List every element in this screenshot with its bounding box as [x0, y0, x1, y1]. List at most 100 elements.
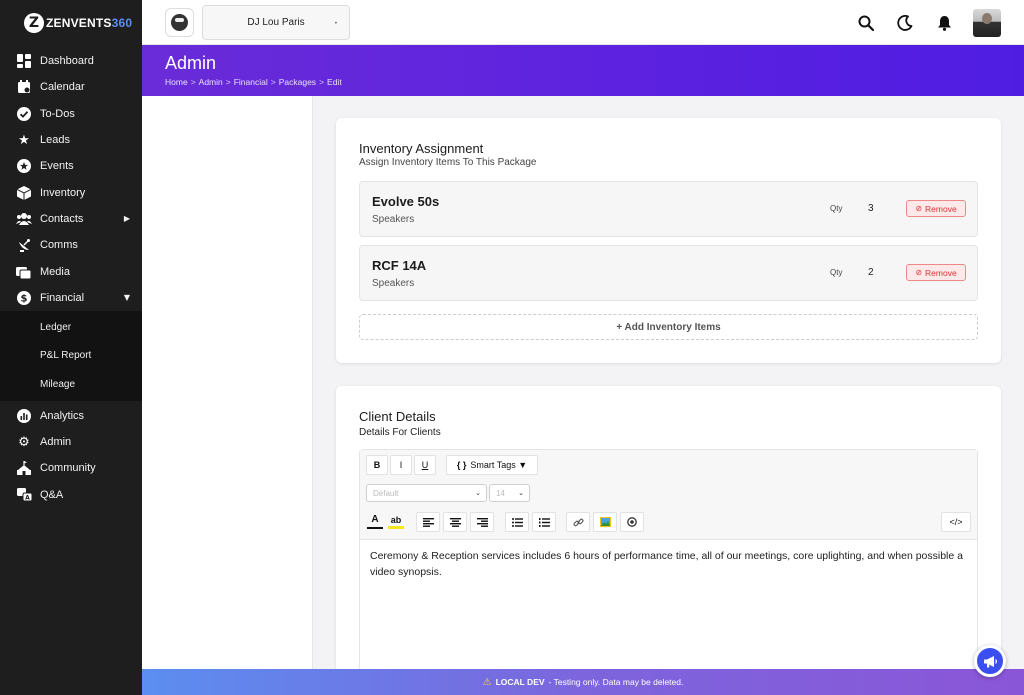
numbered-list-button[interactable]	[532, 512, 556, 532]
sidebar-item-label: Analytics	[40, 409, 85, 422]
page-title: Admin	[165, 53, 217, 73]
remove-label: Remove	[925, 203, 957, 214]
chevron-down-icon: ⌄	[518, 489, 524, 497]
bold-button[interactable]: B	[366, 455, 388, 475]
code-view-button[interactable]: </>	[941, 512, 971, 532]
logo-text: ZENVENTS360	[46, 16, 132, 30]
sidebar-item-label: To-Dos	[40, 107, 75, 120]
inventory-title: Inventory Assignment	[359, 141, 484, 156]
sidebar-item-dashboard[interactable]: Dashboard	[0, 48, 142, 74]
sidebar-item-analytics[interactable]: Analytics	[0, 403, 142, 429]
star-circle-icon	[16, 158, 32, 174]
align-right-button[interactable]	[470, 512, 494, 532]
align-left-button[interactable]	[416, 512, 440, 532]
sidebar-nav-lower: Analytics ⚙ Admin Community A Q&A	[0, 403, 142, 508]
client-details-card: Client Details Details For Clients B I U…	[336, 386, 1001, 676]
ban-icon: ⊘	[915, 204, 923, 213]
client-title: Client Details	[359, 409, 436, 424]
dev-label: LOCAL DEV	[495, 677, 545, 687]
svg-text:$: $	[21, 293, 28, 304]
dollar-circle-icon: $	[16, 290, 32, 306]
highlight-button[interactable]: ab	[387, 512, 405, 532]
check-circle-icon	[16, 106, 32, 122]
sidebar-item-inventory[interactable]: Inventory	[0, 179, 142, 205]
sidebar-subitem-ledger[interactable]: Ledger	[0, 313, 142, 342]
add-inventory-items-button[interactable]: + Add Inventory Items	[359, 314, 978, 340]
user-avatar[interactable]	[973, 8, 1001, 37]
qty-value[interactable]: 3	[868, 203, 874, 214]
page-header: Admin Home > Admin > Financial > Package…	[142, 45, 1024, 96]
breadcrumb-financial[interactable]: Financial	[234, 77, 268, 87]
sidebar-item-financial[interactable]: $ Financial ▼	[0, 285, 142, 311]
sidebar-item-media[interactable]: Media	[0, 258, 142, 284]
align-center-button[interactable]	[443, 512, 467, 532]
breadcrumb-separator: >	[225, 77, 231, 87]
font-color-button[interactable]: A	[366, 512, 384, 532]
svg-text:A: A	[25, 494, 30, 501]
qty-value[interactable]: 2	[868, 267, 874, 278]
sidebar-item-leads[interactable]: ★ Leads	[0, 127, 142, 153]
image-icon	[599, 517, 611, 527]
sidebar-subitem-mileage[interactable]: Mileage	[0, 370, 142, 399]
sidebar-item-todos[interactable]: To-Dos	[0, 101, 142, 127]
sidebar-subitem-pl-report[interactable]: P&L Report	[0, 342, 142, 371]
brand-selector[interactable]: DJ Lou Paris •	[202, 5, 350, 40]
gear-icon: ⚙	[18, 434, 30, 450]
breadcrumb: Home > Admin > Financial > Packages > Ed…	[165, 77, 342, 87]
moon-icon[interactable]	[895, 13, 915, 33]
breadcrumb-edit: Edit	[327, 77, 342, 87]
brand-name: DJ Lou Paris	[247, 17, 305, 28]
inventory-item-name: RCF 14A	[372, 258, 427, 273]
font-family-select[interactable]: Default ⌄	[366, 484, 487, 502]
dashboard-icon	[16, 53, 32, 69]
breadcrumb-admin[interactable]: Admin	[199, 77, 223, 87]
sidebar-item-community[interactable]: Community	[0, 455, 142, 481]
breadcrumb-packages[interactable]: Packages	[279, 77, 316, 87]
bell-icon[interactable]	[934, 13, 954, 33]
sidebar-item-contacts[interactable]: Contacts ▶	[0, 206, 142, 232]
warning-icon: ⚠	[482, 676, 492, 688]
font-size-select[interactable]: 14 ⌄	[489, 484, 530, 502]
sidebar-item-label: Dashboard	[40, 55, 94, 68]
qty-label: Qty	[830, 204, 843, 213]
font-family-value: Default	[373, 488, 399, 498]
remove-button[interactable]: ⊘ Remove	[906, 200, 966, 217]
breadcrumb-separator: >	[190, 77, 196, 87]
search-icon[interactable]	[856, 13, 876, 33]
brand-avatar[interactable]	[165, 8, 194, 37]
sidebar-nav: Dashboard Calendar To-Dos ★ Leads Events…	[0, 48, 142, 311]
sidebar-item-qa[interactable]: A Q&A	[0, 482, 142, 508]
sidebar-item-label: Leads	[40, 134, 70, 147]
announcement-button[interactable]	[974, 645, 1006, 677]
editor-content[interactable]: Ceremony & Reception services includes 6…	[370, 548, 970, 580]
align-right-icon	[476, 517, 488, 527]
underline-button[interactable]: U	[414, 455, 436, 475]
bullet-list-button[interactable]	[505, 512, 529, 532]
satellite-dish-icon	[16, 237, 32, 253]
photos-icon	[16, 264, 32, 280]
link-icon	[573, 518, 583, 526]
bullet-list-icon	[511, 517, 523, 527]
sidebar-item-label: Contacts	[40, 212, 84, 225]
breadcrumb-home[interactable]: Home	[165, 77, 188, 87]
megaphone-icon	[983, 655, 997, 667]
italic-button[interactable]: I	[390, 455, 412, 475]
sidebar-item-admin[interactable]: ⚙ Admin	[0, 429, 142, 455]
video-button[interactable]	[620, 512, 644, 532]
logo-word: ZENVENTS	[46, 15, 112, 30]
image-button[interactable]	[593, 512, 617, 532]
smart-tags-button[interactable]: { } Smart Tags ▼	[446, 455, 538, 475]
logo-mark: Z	[24, 12, 44, 33]
top-bar: DJ Lou Paris •	[142, 0, 1024, 45]
inventory-item-category: Speakers	[372, 278, 415, 289]
logo-number: 360	[111, 15, 133, 30]
sidebar-item-calendar[interactable]: Calendar	[0, 74, 142, 100]
chart-icon	[16, 408, 32, 424]
app-logo[interactable]: Z ZENVENTS360	[0, 0, 142, 45]
sidebar-item-events[interactable]: Events	[0, 153, 142, 179]
remove-button[interactable]: ⊘ Remove	[906, 264, 966, 281]
client-subtitle: Details For Clients	[359, 427, 441, 438]
sidebar-item-comms[interactable]: Comms	[0, 232, 142, 258]
link-button[interactable]	[566, 512, 590, 532]
financial-subnav: Ledger P&L Report Mileage	[0, 310, 142, 401]
